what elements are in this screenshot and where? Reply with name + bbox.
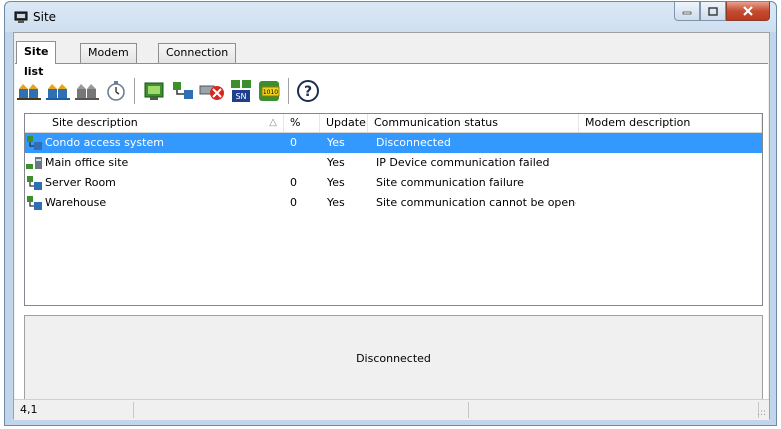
minimize-button[interactable] [674, 2, 700, 21]
cell-status: IP Device communication failed [376, 156, 550, 169]
maximize-button[interactable] [700, 2, 726, 21]
network-site-icon [173, 82, 193, 99]
cell-description: Server Room [45, 176, 116, 189]
site-monitor-icon [14, 11, 28, 23]
stop-communication-icon [199, 85, 224, 100]
cell-status: Site communication cannot be opened [376, 196, 576, 209]
sort-ascending-icon: △ [269, 117, 277, 128]
cell-modem [586, 193, 756, 213]
status-position: 4,1 [14, 402, 134, 418]
site-network-icon [27, 176, 42, 190]
cell-modem [586, 153, 756, 173]
cell-percent: 0 [290, 196, 297, 209]
connection-status-pane: Disconnected [24, 315, 763, 400]
site-ip-device-icon [26, 157, 42, 169]
column-update[interactable]: Update [320, 114, 368, 132]
serial-number-icon: SN [231, 80, 251, 102]
serial-number-button[interactable]: SN [228, 77, 254, 105]
connect-all-sites-button[interactable] [45, 77, 71, 105]
table-row[interactable]: Main office site Yes IP Device communica… [25, 153, 762, 173]
column-percent[interactable]: % [284, 114, 320, 132]
title-bar[interactable]: Site [5, 2, 776, 32]
column-site-description[interactable]: Site description △ [25, 114, 284, 132]
tab-modem-list[interactable]: Modem list [80, 43, 137, 77]
site-window: Site Site list Modem list Connection and… [4, 1, 777, 426]
client-area: Site list Modem list Connection and wait… [13, 32, 770, 420]
cell-update: Yes [327, 156, 345, 169]
disconnect-site-icon [75, 84, 99, 100]
list-header: Site description △ % Update Communicatio… [25, 114, 762, 133]
cell-status: Site communication failure [376, 176, 524, 189]
help-icon: ? [297, 80, 319, 102]
status-cell-2 [134, 402, 469, 418]
site-network-icon [27, 136, 42, 150]
cell-description: Main office site [45, 156, 129, 169]
column-communication-status[interactable]: Communication status [368, 114, 579, 132]
connect-all-sites-icon [46, 84, 70, 100]
site-list-view[interactable]: Site description △ % Update Communicatio… [24, 113, 763, 306]
cell-description: Warehouse [45, 196, 107, 209]
svg-text:SN: SN [235, 92, 246, 101]
site-ip-icon [144, 82, 164, 100]
cell-update: Yes [327, 136, 345, 149]
status-cell-3 [469, 402, 759, 418]
close-icon [743, 6, 753, 16]
cell-modem [586, 133, 756, 153]
clock-button[interactable] [103, 77, 129, 105]
close-button[interactable] [726, 2, 770, 21]
toolbar-separator [288, 78, 289, 104]
cell-status: Disconnected [376, 136, 451, 149]
connection-status-message: Disconnected [356, 352, 431, 365]
binary-data-icon: 1010 [259, 81, 280, 101]
binary-data-button[interactable]: 1010 [257, 77, 283, 105]
cell-modem [586, 173, 756, 193]
window-title: Site [33, 10, 57, 24]
network-site-button[interactable] [170, 77, 196, 105]
tab-connection-wait-lists[interactable]: Connection and wait Lists [158, 43, 237, 95]
disconnect-site-button[interactable] [74, 77, 100, 105]
cell-update: Yes [327, 176, 345, 189]
resize-grip-icon[interactable]: .:: [757, 408, 766, 418]
svg-text:1010: 1010 [263, 89, 278, 96]
toolbar: SN 1010 ? [16, 73, 324, 109]
cell-description: Condo access system [45, 136, 164, 149]
toolbar-separator [134, 78, 135, 104]
column-label: Site description [52, 116, 138, 129]
help-button[interactable]: ? [295, 77, 321, 105]
table-row[interactable]: Server Room 0 Yes Site communication fai… [25, 173, 762, 193]
table-row[interactable]: Condo access system 0 Yes Disconnected [25, 133, 762, 153]
stop-communication-button[interactable] [199, 77, 225, 105]
cell-percent: 0 [290, 136, 297, 149]
status-bar: 4,1 .:: [14, 399, 769, 420]
cell-percent: 0 [290, 176, 297, 189]
site-network-icon [27, 196, 42, 210]
cell-percent [290, 153, 318, 173]
tab-site-list[interactable]: Site list [16, 41, 57, 78]
minimize-icon [682, 11, 692, 15]
maximize-icon [708, 6, 718, 16]
table-row[interactable]: Warehouse 0 Yes Site communication canno… [25, 193, 762, 213]
clock-icon [107, 81, 125, 101]
column-modem-description[interactable]: Modem description [579, 114, 762, 132]
site-ip-button[interactable] [141, 77, 167, 105]
cell-update: Yes [327, 196, 345, 209]
svg-text:?: ? [304, 84, 312, 100]
connect-site-icon [17, 84, 41, 100]
